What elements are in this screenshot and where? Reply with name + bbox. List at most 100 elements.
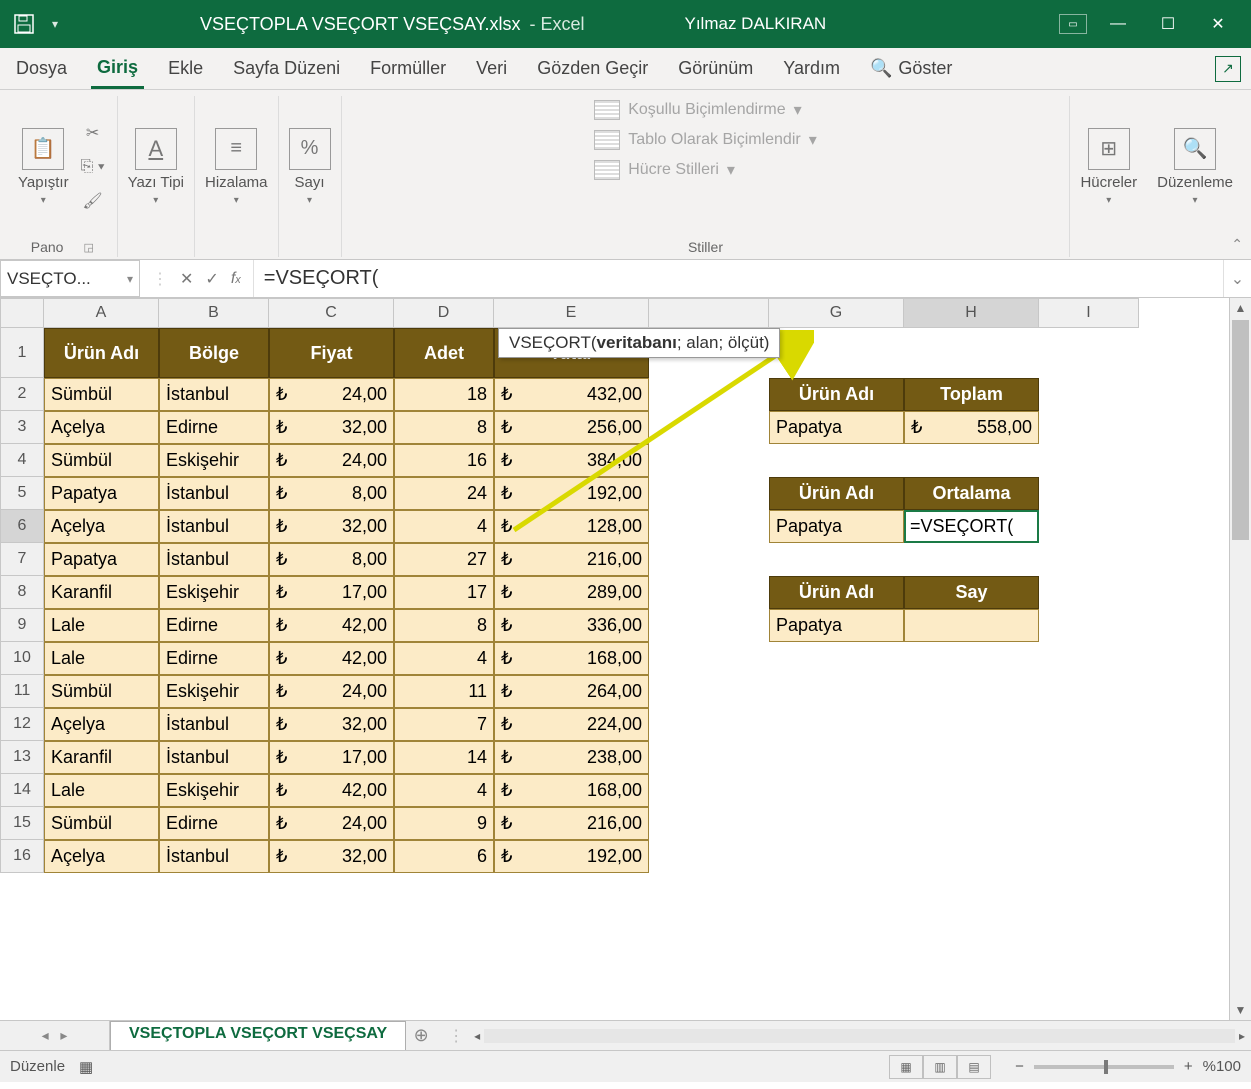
cell-D12[interactable]: 7	[394, 708, 494, 741]
cell-styles-button[interactable]: Hücre Stilleri ▾	[594, 156, 735, 184]
minimize-button[interactable]: —	[1093, 0, 1143, 48]
editing-button[interactable]: 🔍 Düzenleme ▾	[1157, 128, 1233, 206]
cell-C1[interactable]: Fiyat	[269, 328, 394, 378]
cell-E12[interactable]: ₺224,00	[494, 708, 649, 741]
cell-C13[interactable]: ₺17,00	[269, 741, 394, 774]
maximize-button[interactable]: ☐	[1143, 0, 1193, 48]
column-header-D[interactable]: D	[394, 298, 494, 328]
cell-B1[interactable]: Bölge	[159, 328, 269, 378]
share-button[interactable]: ↗	[1215, 56, 1241, 82]
zoom-control[interactable]: − + %100	[1015, 1058, 1241, 1075]
cell-B8[interactable]: Eskişehir	[159, 576, 269, 609]
tab-search[interactable]: 🔍 Göster	[864, 50, 958, 87]
horizontal-scrollbar[interactable]: ⋮ ◂ ▸	[436, 1021, 1251, 1050]
cell-B15[interactable]: Edirne	[159, 807, 269, 840]
normal-view-button[interactable]: ▦	[889, 1055, 923, 1079]
cell-A11[interactable]: Sümbül	[44, 675, 159, 708]
tab-help[interactable]: Yardım	[777, 50, 846, 87]
chevron-down-icon[interactable]: ▾	[127, 272, 133, 286]
tab-view[interactable]: Görünüm	[672, 50, 759, 87]
zoom-slider[interactable]	[1034, 1065, 1174, 1069]
cell-A15[interactable]: Sümbül	[44, 807, 159, 840]
cell-C6[interactable]: ₺32,00	[269, 510, 394, 543]
cell-G3[interactable]: Papatya	[769, 411, 904, 444]
scroll-up-icon[interactable]: ▲	[1230, 298, 1251, 318]
cell-H8[interactable]: Say	[904, 576, 1039, 609]
number-button[interactable]: % Sayı ▾	[289, 128, 331, 206]
select-all-button[interactable]	[0, 298, 44, 328]
cell-G9[interactable]: Papatya	[769, 609, 904, 642]
scroll-down-icon[interactable]: ▼	[1230, 1000, 1251, 1020]
cell-C11[interactable]: ₺24,00	[269, 675, 394, 708]
cell-E13[interactable]: ₺238,00	[494, 741, 649, 774]
fx-icon[interactable]: fx	[231, 270, 241, 288]
cell-E11[interactable]: ₺264,00	[494, 675, 649, 708]
row-header-7[interactable]: 7	[0, 543, 44, 576]
cell-B11[interactable]: Eskişehir	[159, 675, 269, 708]
format-as-table-button[interactable]: Tablo Olarak Biçimlendir ▾	[594, 126, 817, 154]
conditional-formatting-button[interactable]: Koşullu Biçimlendirme ▾	[594, 96, 801, 124]
column-header-E[interactable]: E	[494, 298, 649, 328]
cell-C5[interactable]: ₺8,00	[269, 477, 394, 510]
row-header-16[interactable]: 16	[0, 840, 44, 873]
cell-D7[interactable]: 27	[394, 543, 494, 576]
zoom-out-button[interactable]: −	[1015, 1058, 1024, 1075]
cell-D15[interactable]: 9	[394, 807, 494, 840]
cell-D11[interactable]: 11	[394, 675, 494, 708]
close-button[interactable]: ✕	[1193, 0, 1243, 48]
cell-E4[interactable]: ₺384,00	[494, 444, 649, 477]
user-name[interactable]: Yılmaz DALKIRAN	[685, 14, 827, 34]
vertical-scrollbar[interactable]: ▲ ▼	[1229, 298, 1251, 1020]
row-header-12[interactable]: 12	[0, 708, 44, 741]
cell-C15[interactable]: ₺24,00	[269, 807, 394, 840]
cell-G6[interactable]: Papatya	[769, 510, 904, 543]
cell-B6[interactable]: İstanbul	[159, 510, 269, 543]
cancel-formula-button[interactable]: ✕	[180, 269, 193, 289]
cell-C3[interactable]: ₺32,00	[269, 411, 394, 444]
format-painter-button[interactable]: 🖌	[79, 188, 107, 214]
cell-D6[interactable]: 4	[394, 510, 494, 543]
row-header-3[interactable]: 3	[0, 411, 44, 444]
cell-D4[interactable]: 16	[394, 444, 494, 477]
row-header-4[interactable]: 4	[0, 444, 44, 477]
cell-B16[interactable]: İstanbul	[159, 840, 269, 873]
column-header-A[interactable]: A	[44, 298, 159, 328]
cell-G2[interactable]: Ürün Adı	[769, 378, 904, 411]
column-header-I[interactable]: I	[1039, 298, 1139, 328]
cell-D2[interactable]: 18	[394, 378, 494, 411]
cell-E8[interactable]: ₺289,00	[494, 576, 649, 609]
cell-C14[interactable]: ₺42,00	[269, 774, 394, 807]
cell-B14[interactable]: Eskişehir	[159, 774, 269, 807]
cell-E14[interactable]: ₺168,00	[494, 774, 649, 807]
cell-B13[interactable]: İstanbul	[159, 741, 269, 774]
zoom-level[interactable]: %100	[1203, 1058, 1241, 1075]
cell-H6[interactable]: =VSEÇORT(	[904, 510, 1039, 543]
cell-A13[interactable]: Karanfil	[44, 741, 159, 774]
cell-A9[interactable]: Lale	[44, 609, 159, 642]
cell-E7[interactable]: ₺216,00	[494, 543, 649, 576]
cell-D8[interactable]: 17	[394, 576, 494, 609]
cell-C16[interactable]: ₺32,00	[269, 840, 394, 873]
cell-B7[interactable]: İstanbul	[159, 543, 269, 576]
cell-A4[interactable]: Sümbül	[44, 444, 159, 477]
font-button[interactable]: A Yazı Tipi ▾	[128, 128, 184, 206]
cell-A6[interactable]: Açelya	[44, 510, 159, 543]
cell-D9[interactable]: 8	[394, 609, 494, 642]
cell-E6[interactable]: ₺128,00	[494, 510, 649, 543]
collapse-ribbon-icon[interactable]: ⌃	[1231, 236, 1243, 253]
cell-D16[interactable]: 6	[394, 840, 494, 873]
cell-B3[interactable]: Edirne	[159, 411, 269, 444]
save-icon[interactable]	[8, 8, 40, 40]
column-header-B[interactable]: B	[159, 298, 269, 328]
cell-B10[interactable]: Edirne	[159, 642, 269, 675]
cell-D14[interactable]: 4	[394, 774, 494, 807]
cell-A5[interactable]: Papatya	[44, 477, 159, 510]
zoom-in-button[interactable]: +	[1184, 1058, 1193, 1075]
cell-E5[interactable]: ₺192,00	[494, 477, 649, 510]
cell-B9[interactable]: Edirne	[159, 609, 269, 642]
row-header-15[interactable]: 15	[0, 807, 44, 840]
dialog-launcher-icon[interactable]: ◲	[83, 241, 93, 254]
cell-E2[interactable]: ₺432,00	[494, 378, 649, 411]
tab-file[interactable]: Dosya	[10, 50, 73, 87]
ribbon-display-options-icon[interactable]: ▭	[1059, 14, 1087, 34]
